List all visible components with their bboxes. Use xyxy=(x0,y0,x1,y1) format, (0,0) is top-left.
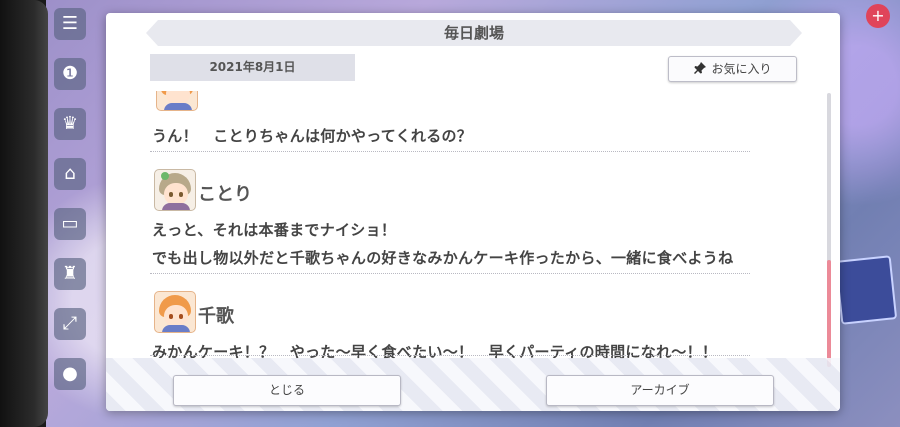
speaker-name: 千歌 xyxy=(198,306,234,327)
dialogue-line: でも出し物以外だと千歌ちゃんの好きなみかんケーキ作ったから、一緒に食べようね xyxy=(152,249,734,267)
dialogue-line: うん！ ことりちゃんは何かやってくれるの？ xyxy=(152,127,473,145)
expand-icon[interactable]: ⤢ xyxy=(54,308,86,340)
close-button[interactable]: とじる xyxy=(173,375,401,406)
kotori-avatar xyxy=(154,169,196,211)
favorite-label: お気に入り xyxy=(711,62,772,76)
speaker-name: ことり xyxy=(198,184,252,205)
divider xyxy=(150,273,750,274)
plus-icon: + xyxy=(866,4,890,28)
background-card xyxy=(834,255,898,325)
dialog-footer: とじる アーカイブ xyxy=(106,358,840,411)
daily-theater-dialog: 毎日劇場 2021年8月1日 お気に入り うん！ ことりちゃんは何かやってくれる… xyxy=(106,13,840,411)
right-background-decor: + xyxy=(834,0,900,427)
scrollbar-thumb[interactable] xyxy=(827,260,831,367)
present-icon[interactable]: ♛ xyxy=(54,108,86,140)
divider xyxy=(150,355,750,356)
favorite-button[interactable]: お気に入り xyxy=(668,56,797,82)
left-side-menu: ☰ ❶ ♛ ⌂ ▭ ♜ ⤢ ● xyxy=(52,8,88,408)
screen-icon[interactable]: ▭ xyxy=(54,208,86,240)
divider xyxy=(150,151,750,152)
pin-icon xyxy=(694,62,707,74)
menu-icon[interactable]: ☰ xyxy=(54,8,86,40)
dialogue-line: えっと、それは本番までナイショ！ xyxy=(152,221,397,239)
date-label: 2021年8月1日 xyxy=(150,54,355,81)
archive-button[interactable]: アーカイブ xyxy=(546,375,774,406)
chat-icon[interactable]: ❶ xyxy=(54,58,86,90)
device-edge xyxy=(0,0,48,427)
dialog-title: 毎日劇場 xyxy=(146,20,802,46)
chika-avatar xyxy=(154,291,196,333)
profile-icon[interactable]: ● xyxy=(54,358,86,390)
scrollbar[interactable] xyxy=(827,93,831,367)
dialogue-line: みかんケーキ！？ やった〜早く食べたい〜！ 早くパーティの時間になれ〜！！ xyxy=(152,343,718,359)
chika-avatar-top xyxy=(156,91,198,111)
trophy-icon[interactable]: ♜ xyxy=(54,258,86,290)
dialogue-log[interactable]: うん！ ことりちゃんは何かやってくれるの？ ことり えっと、それは本番までナイシ… xyxy=(150,91,794,359)
gift-icon[interactable]: ⌂ xyxy=(54,158,86,190)
